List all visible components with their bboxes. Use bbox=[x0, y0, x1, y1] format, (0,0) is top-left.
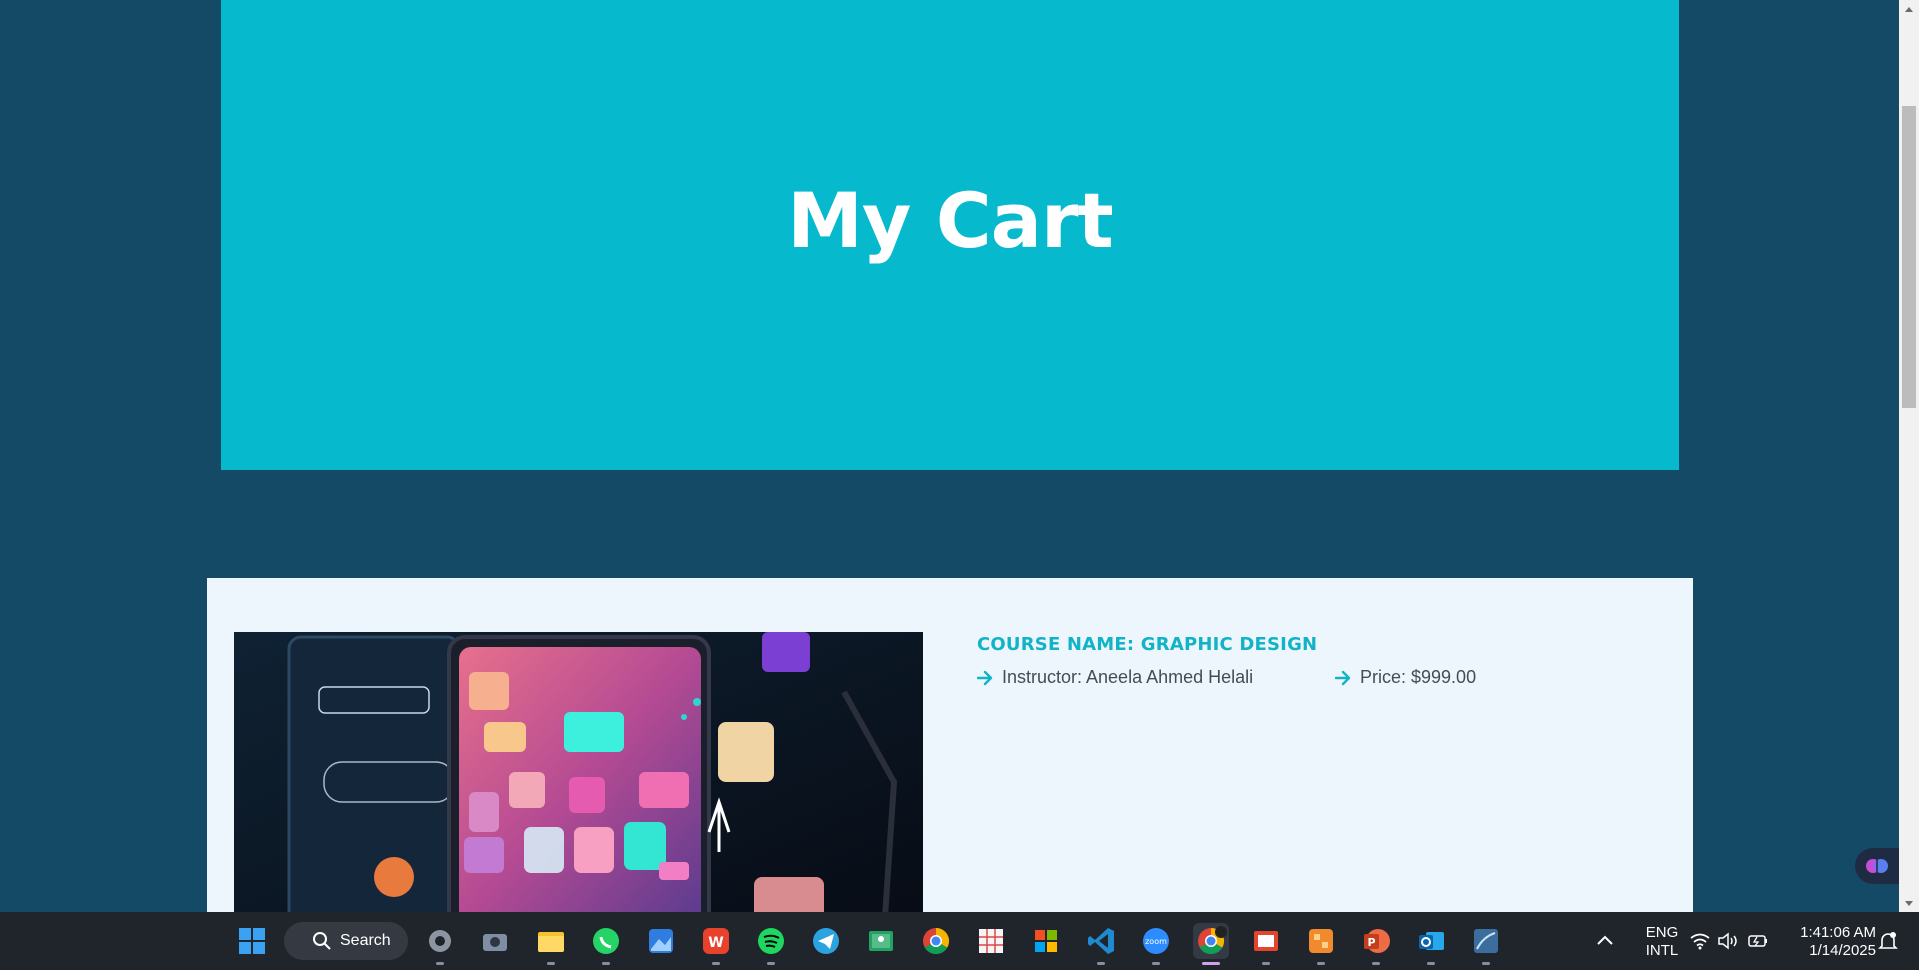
microsoft-store-icon[interactable] bbox=[1028, 923, 1064, 959]
vertical-scrollbar[interactable] bbox=[1899, 0, 1919, 912]
wifi-icon[interactable] bbox=[1689, 932, 1711, 950]
windows-taskbar: Search W zoom P ENG INTL 1:41:06 AM 1/14… bbox=[0, 912, 1919, 970]
photos-icon[interactable] bbox=[643, 923, 679, 959]
page-title: My Cart bbox=[787, 175, 1113, 265]
settings-gear-icon[interactable] bbox=[422, 923, 458, 965]
clock-time: 1:41:06 AM bbox=[1800, 924, 1876, 941]
mysql-workbench-icon[interactable] bbox=[1468, 923, 1504, 965]
arrow-right-icon bbox=[1335, 670, 1351, 685]
svg-text:zoom: zoom bbox=[1145, 937, 1167, 946]
whatsapp-icon[interactable] bbox=[588, 923, 624, 965]
clock-date: 1/14/2025 bbox=[1809, 942, 1876, 959]
telegram-icon[interactable] bbox=[808, 923, 844, 959]
search-icon bbox=[313, 932, 331, 950]
svg-text:W: W bbox=[708, 935, 723, 951]
course-thumbnail[interactable] bbox=[234, 632, 923, 912]
chevron-up-icon[interactable] bbox=[1596, 933, 1614, 947]
arrow-right-icon bbox=[977, 670, 993, 685]
instructor-text: Instructor: Aneela Ahmed Helali bbox=[1002, 667, 1254, 687]
wps-office-icon[interactable]: W bbox=[698, 923, 734, 965]
price-text: Price: $999.00 bbox=[1360, 667, 1477, 687]
file-explorer-icon[interactable] bbox=[533, 923, 569, 965]
scroll-down-arrow-icon[interactable] bbox=[1899, 895, 1919, 912]
keyboard-layout: INTL bbox=[1645, 942, 1679, 959]
course-name[interactable]: COURSE NAME: GRAPHIC DESIGN bbox=[977, 634, 1677, 655]
course-details: COURSE NAME: GRAPHIC DESIGN Instructor: … bbox=[977, 634, 1677, 688]
brain-icon bbox=[1866, 859, 1888, 873]
spotify-icon[interactable] bbox=[753, 923, 789, 965]
price-info: Price: $999.00 bbox=[1335, 667, 1476, 688]
google-classroom-icon[interactable] bbox=[863, 923, 899, 959]
assistant-widget-button[interactable] bbox=[1855, 848, 1899, 884]
course-thumbnail-art bbox=[234, 632, 923, 912]
volume-icon[interactable] bbox=[1717, 932, 1739, 950]
chrome-active-icon[interactable] bbox=[1193, 923, 1229, 965]
start-windows-icon[interactable] bbox=[234, 923, 270, 959]
course-meta-row: Instructor: Aneela Ahmed Helali Price: $… bbox=[977, 667, 1677, 688]
system-clock[interactable]: 1:41:06 AM 1/14/2025 bbox=[1780, 924, 1876, 960]
outlook-icon[interactable] bbox=[1413, 923, 1449, 965]
search-label: Search bbox=[340, 932, 391, 949]
slides-app-icon[interactable] bbox=[1248, 923, 1284, 965]
page-viewport: My Cart COURSE NAME: GRAPHIC DESIGN Inst… bbox=[0, 0, 1899, 912]
instructor-info: Instructor: Aneela Ahmed Helali bbox=[977, 667, 1335, 688]
design-app-icon[interactable] bbox=[1303, 923, 1339, 965]
scroll-up-arrow-icon[interactable] bbox=[1899, 0, 1919, 17]
battery-icon[interactable] bbox=[1747, 932, 1769, 950]
taskbar-search[interactable]: Search bbox=[284, 922, 408, 960]
chrome-icon[interactable] bbox=[918, 923, 954, 959]
powerpoint-icon[interactable]: P bbox=[1358, 923, 1394, 965]
camera-icon[interactable] bbox=[477, 923, 513, 959]
cart-hero-banner: My Cart bbox=[221, 0, 1679, 470]
language-code: ENG bbox=[1645, 924, 1679, 941]
cart-item-card: COURSE NAME: GRAPHIC DESIGN Instructor: … bbox=[207, 578, 1693, 912]
input-language-indicator[interactable]: ENG INTL bbox=[1635, 924, 1689, 960]
zoom-icon[interactable]: zoom bbox=[1138, 923, 1174, 965]
svg-text:P: P bbox=[1367, 936, 1375, 949]
notification-bell-icon[interactable] bbox=[1877, 930, 1899, 952]
vscode-icon[interactable] bbox=[1083, 923, 1119, 965]
tictactoe-app-icon[interactable] bbox=[973, 923, 1009, 959]
scrollbar-thumb[interactable] bbox=[1902, 106, 1916, 408]
